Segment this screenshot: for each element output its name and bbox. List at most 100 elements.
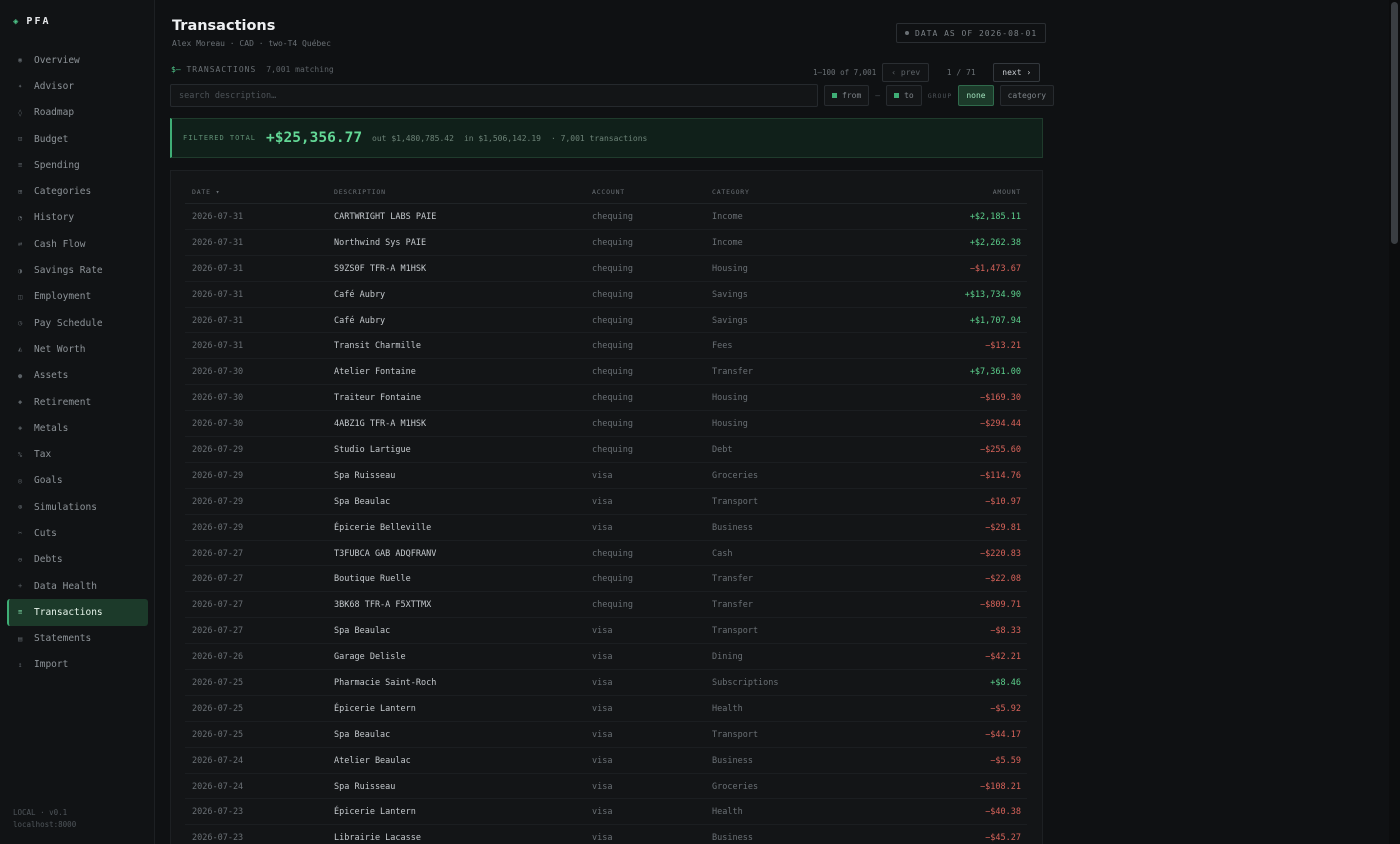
column-header-amount[interactable]: AMOUNT — [993, 188, 1021, 196]
nav-icon: ⊖ — [18, 555, 23, 564]
nav-icon: ◫ — [18, 292, 23, 301]
search-input[interactable] — [170, 84, 818, 107]
sidebar-item-label: Roadmap — [34, 107, 75, 119]
sidebar-item-categories[interactable]: ⊞ Categories — [7, 178, 148, 204]
total-out: out $1,480,785.42 — [372, 133, 454, 143]
sidebar-item-simulations[interactable]: ⊛ Simulations — [7, 494, 148, 520]
table-row[interactable]: 2026-07-31 Café Aubry chequing Savings +$1,7… — [185, 308, 1027, 334]
brand-logo[interactable]: ◈ PFA — [13, 16, 50, 27]
cell-description: Épicerie Lantern — [334, 703, 416, 714]
sidebar-item-transactions[interactable]: ≡ Transactions — [7, 599, 148, 626]
cell-category: Transfer — [712, 600, 753, 611]
cell-description: Café Aubry — [334, 315, 386, 326]
sidebar-item-savings-rate[interactable]: ◑ Savings Rate — [7, 257, 148, 283]
table-row[interactable]: 2026-07-25 Pharmacie Saint-Roch visa Subscr… — [185, 670, 1027, 696]
sidebar-item-net-worth[interactable]: ◭ Net Worth — [7, 336, 148, 362]
cell-date: 2026-07-24 — [192, 755, 244, 766]
column-header-account[interactable]: ACCOUNT — [592, 188, 625, 196]
table-row[interactable]: 2026-07-30 4ABZ1G TFR-A M1HSK chequing Hous… — [185, 411, 1027, 438]
table-row[interactable]: 2026-07-30 Atelier Fontaine chequing Transf… — [185, 359, 1027, 386]
table-row[interactable]: 2026-07-26 Garage Delisle visa Dining −$42.2… — [185, 644, 1027, 671]
table-row[interactable]: 2026-07-29 Épicerie Belleville visa Busines… — [185, 515, 1027, 541]
table-row[interactable]: 2026-07-31 CARTWRIGHT LABS PAIE chequing In… — [185, 204, 1027, 230]
data-as-of-label: DATA AS OF 2026-08-01 — [915, 28, 1038, 38]
sidebar-item-label: Categories — [34, 186, 92, 198]
sidebar-item-metals[interactable]: ◈ Metals — [7, 415, 148, 441]
table-row[interactable]: 2026-07-29 Spa Ruisseau visa Groceries −$114… — [185, 463, 1027, 489]
cell-category: Subscriptions — [712, 678, 779, 689]
nav-icon: ◉ — [18, 56, 23, 65]
sidebar-item-label: Pay Schedule — [34, 317, 103, 329]
version-label: LOCAL · v0.1 — [13, 808, 68, 817]
sidebar-item-debts[interactable]: ⊖ Debts — [7, 547, 148, 573]
cell-category: Transport — [712, 729, 759, 740]
sidebar-item-advisor[interactable]: ✦ Advisor — [7, 73, 148, 99]
scrollbar-thumb[interactable] — [1391, 2, 1398, 244]
table-row[interactable]: 2026-07-31 Transit Charmille chequing Fees −… — [185, 333, 1027, 360]
nav-icon: % — [18, 450, 23, 459]
table-row[interactable]: 2026-07-31 S9ZS0F TFR-A M1HSK chequing Hous… — [185, 256, 1027, 282]
sidebar-item-employment[interactable]: ◫ Employment — [7, 284, 148, 310]
prev-page-button[interactable]: ‹ prev — [882, 63, 930, 82]
sidebar-item-retirement[interactable]: ◆ Retirement — [7, 389, 148, 415]
table-row[interactable]: 2026-07-24 Spa Ruisseau visa Groceries −$108… — [185, 774, 1027, 800]
cell-category: Housing — [712, 263, 748, 274]
sidebar-item-cash-flow[interactable]: ⇄ Cash Flow — [7, 231, 148, 257]
cell-description: Spa Beaulac — [334, 626, 391, 637]
table-row[interactable]: 2026-07-27 T3FUBCA GAB ADQFRANV chequing Ca… — [185, 541, 1027, 567]
column-header-category[interactable]: CATEGORY — [712, 188, 750, 196]
cell-date: 2026-07-31 — [192, 315, 244, 326]
cell-account: visa — [592, 833, 613, 844]
nav-icon: ◷ — [18, 319, 23, 328]
group-category-button[interactable]: category — [999, 85, 1055, 106]
table-row[interactable]: 2026-07-29 Studio Lartigue chequing Debt −$2… — [185, 437, 1027, 463]
table-row[interactable]: 2026-07-25 Épicerie Lantern visa Health −$5.… — [185, 696, 1027, 722]
table-row[interactable]: 2026-07-27 Boutique Ruelle chequing Transfe… — [185, 566, 1027, 593]
sidebar-item-goals[interactable]: ◎ Goals — [7, 468, 148, 494]
table-row[interactable]: 2026-07-27 Spa Beaulac visa Transport −$8.33 — [185, 618, 1027, 645]
table-row[interactable]: 2026-07-30 Traiteur Fontaine chequing Housi… — [185, 385, 1027, 412]
sidebar-item-data-health[interactable]: + Data Health — [7, 573, 148, 599]
cell-amount: −$108.21 — [980, 781, 1021, 792]
sidebar-item-spending[interactable]: ≡ Spending — [7, 152, 148, 178]
table-row[interactable]: 2026-07-27 3BK68 TFR-A F5XTTMX chequing Tra… — [185, 592, 1027, 619]
cell-description: Atelier Beaulac — [334, 755, 411, 766]
table-row[interactable]: 2026-07-23 Épicerie Lantern visa Health −$40… — [185, 799, 1027, 826]
sidebar-item-tax[interactable]: % Tax — [7, 441, 148, 467]
table-row[interactable]: 2026-07-23 Librairie Lacasse visa Business −… — [185, 825, 1027, 844]
cell-category: Savings — [712, 315, 748, 326]
cell-date: 2026-07-31 — [192, 263, 244, 274]
cell-description: Studio Lartigue — [334, 445, 411, 456]
column-header-description[interactable]: DESCRIPTION — [334, 188, 386, 196]
from-date-button[interactable]: from — [824, 85, 870, 106]
table-row[interactable]: 2026-07-31 Café Aubry chequing Savings +$13,… — [185, 282, 1027, 308]
table-body: 2026-07-31 CARTWRIGHT LABS PAIE chequing In… — [185, 204, 1027, 844]
table-row[interactable]: 2026-07-25 Spa Beaulac visa Transport −$44.1… — [185, 722, 1027, 748]
sidebar-item-assets[interactable]: ● Assets — [7, 363, 148, 389]
cell-amount: +$2,185.11 — [969, 212, 1021, 222]
next-page-button[interactable]: next › — [993, 63, 1041, 82]
sidebar-item-pay-schedule[interactable]: ◷ Pay Schedule — [7, 310, 148, 336]
sidebar-item-cuts[interactable]: ✂ Cuts — [7, 520, 148, 546]
sidebar-item-history[interactable]: ◔ History — [7, 205, 148, 231]
sidebar-item-import[interactable]: ↥ Import — [7, 652, 148, 678]
sidebar-item-roadmap[interactable]: ◊ Roadmap — [7, 100, 148, 126]
group-none-button[interactable]: none — [958, 85, 994, 106]
sidebar-item-overview[interactable]: ◉ Overview — [7, 47, 148, 73]
sidebar-item-label: Net Worth — [34, 343, 86, 355]
page-scrollbar[interactable] — [1389, 0, 1400, 844]
sidebar-item-budget[interactable]: ⊡ Budget — [7, 126, 148, 152]
cell-description: Librairie Lacasse — [334, 833, 421, 844]
cell-category: Business — [712, 522, 753, 533]
cell-category: Housing — [712, 393, 748, 404]
to-date-button[interactable]: to — [886, 85, 922, 106]
filtered-total-amount: +$25,356.77 — [266, 130, 363, 146]
table-row[interactable]: 2026-07-31 Northwind Sys PAIE chequing Inco… — [185, 230, 1027, 256]
section-title: $— TRANSACTIONS — [171, 65, 256, 74]
to-date-label: to — [904, 91, 914, 100]
table-row[interactable]: 2026-07-29 Spa Beaulac visa Transport −$10.9… — [185, 489, 1027, 515]
column-header-date[interactable]: DATE ▾ — [192, 188, 220, 196]
cell-description: Épicerie Lantern — [334, 807, 416, 818]
sidebar-item-statements[interactable]: ▤ Statements — [7, 626, 148, 652]
table-row[interactable]: 2026-07-24 Atelier Beaulac visa Business −$5… — [185, 748, 1027, 774]
